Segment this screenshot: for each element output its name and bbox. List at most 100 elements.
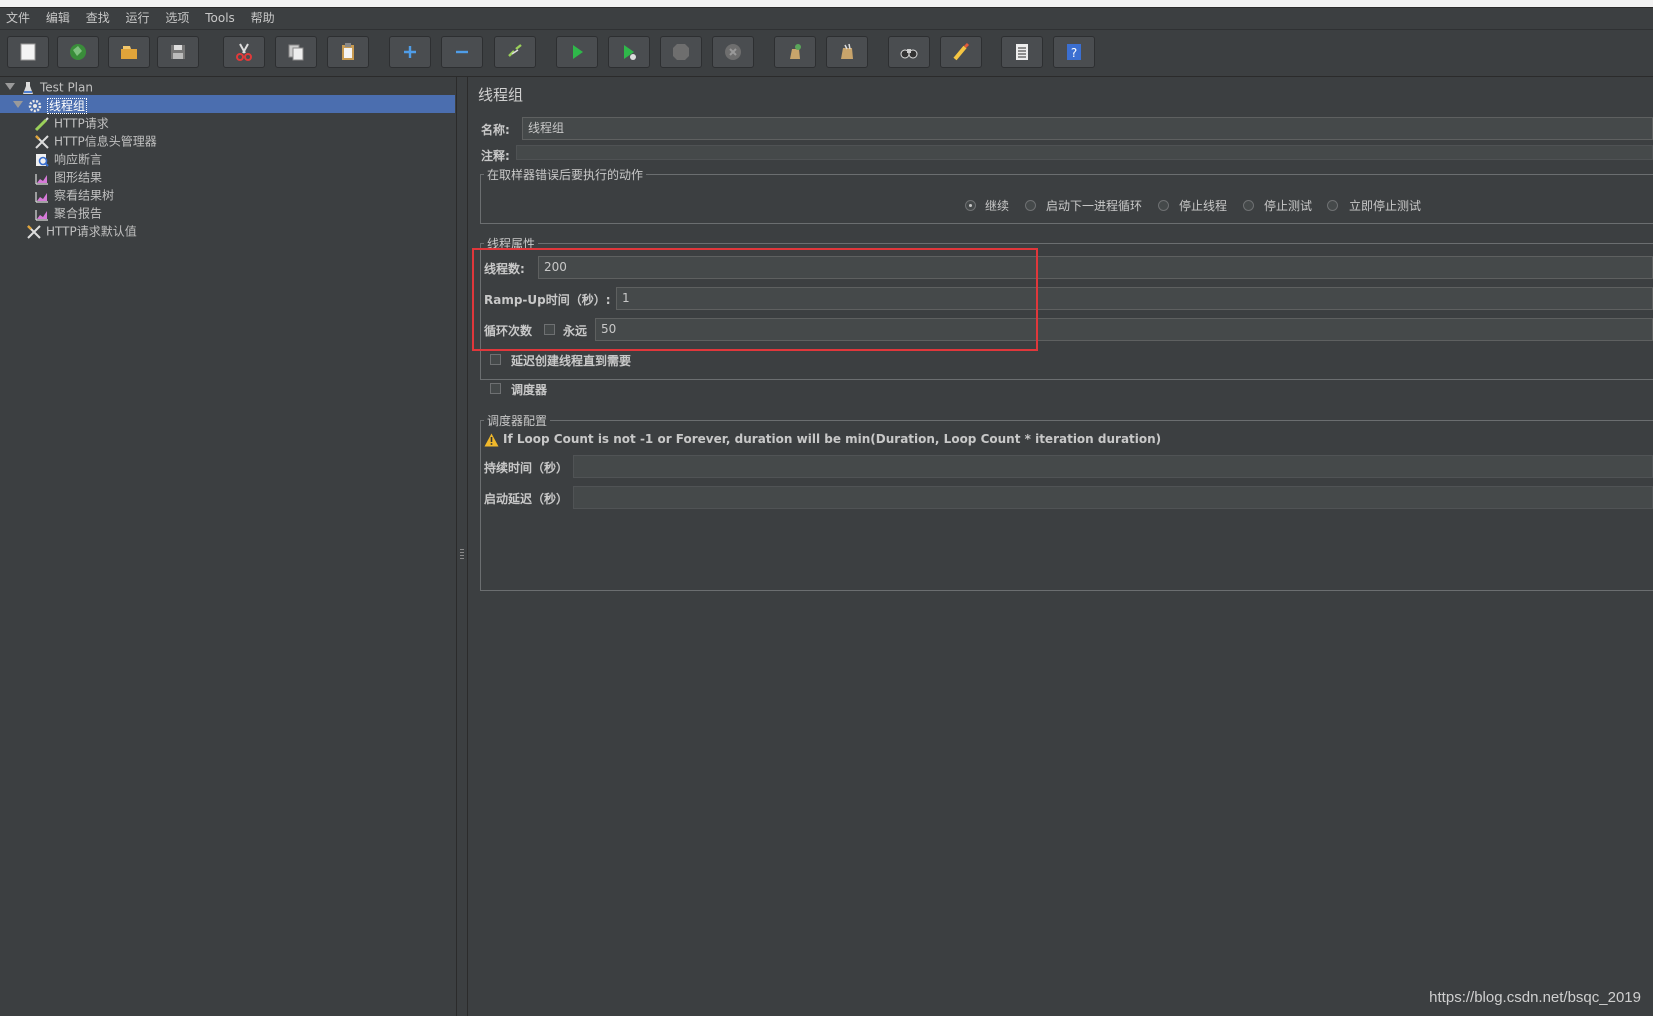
- tree-item-graph-results[interactable]: 图形结果: [34, 168, 102, 186]
- templates-button[interactable]: [57, 36, 99, 68]
- radio-start-next-loop-label: 启动下一进程循环: [1046, 199, 1143, 213]
- name-field[interactable]: 线程组: [522, 117, 1653, 140]
- radio-stop-thread-label: 停止线程: [1179, 199, 1228, 213]
- start-no-pause-button[interactable]: [608, 36, 650, 68]
- menu-help[interactable]: 帮助: [245, 8, 281, 29]
- save-button[interactable]: [157, 36, 199, 68]
- start-no-pause-icon: [624, 45, 636, 60]
- red-annotation-box: [472, 248, 1038, 351]
- delay-thread-creation-checkbox[interactable]: [490, 354, 501, 365]
- radio-start-next-loop[interactable]: [1025, 200, 1036, 211]
- duration-field[interactable]: [573, 455, 1653, 478]
- comment-label: 注释:: [481, 149, 510, 163]
- splitter-grip: [460, 558, 464, 559]
- scheduler-warning: If Loop Count is not -1 or Forever, dura…: [503, 432, 1162, 446]
- tree-item-response-assertion[interactable]: 响应断言: [34, 150, 102, 168]
- radio-continue-label: 继续: [985, 199, 1010, 213]
- collapse-all-button[interactable]: [441, 36, 483, 68]
- paste-icon: [342, 43, 354, 60]
- menu-options[interactable]: 选项: [159, 8, 195, 29]
- splitter-grip: [460, 552, 464, 553]
- header-manager-icon: [27, 224, 41, 239]
- search-button[interactable]: [888, 36, 930, 68]
- new-icon: [20, 43, 36, 61]
- toggle-button[interactable]: [494, 36, 536, 68]
- menu-run[interactable]: 运行: [120, 8, 156, 29]
- tree-item-label: 线程组: [47, 97, 88, 114]
- panel-splitter[interactable]: [457, 77, 468, 1016]
- thread-group-icon: [28, 99, 42, 112]
- tree-item-test-plan[interactable]: Test Plan: [20, 78, 93, 96]
- tree-item-thread-group[interactable]: 线程组: [27, 96, 88, 114]
- menu-file[interactable]: 文件: [0, 8, 36, 29]
- tree-item-label: HTTP请求: [54, 116, 109, 131]
- function-helper-icon: [1016, 44, 1028, 60]
- svg-text:?: ?: [1071, 46, 1077, 60]
- header-manager-icon: [35, 134, 49, 149]
- stop-icon: [673, 44, 689, 60]
- radio-stop-test-now[interactable]: [1327, 200, 1338, 211]
- clear-button[interactable]: [774, 36, 816, 68]
- tree-item-label: 响应断言: [54, 152, 103, 167]
- clear-all-button[interactable]: [826, 36, 868, 68]
- tree-item-view-results-tree[interactable]: 察看结果树: [34, 186, 114, 204]
- menu-search[interactable]: 查找: [80, 8, 116, 29]
- start-button[interactable]: [556, 36, 598, 68]
- radio-continue[interactable]: [965, 200, 976, 211]
- window-top-strip: [0, 0, 1653, 8]
- shutdown-button[interactable]: [712, 36, 754, 68]
- page-title: 线程组: [478, 86, 524, 104]
- open-button[interactable]: [108, 36, 150, 68]
- expand-icon: [404, 46, 416, 58]
- tree-item-label: 聚合报告: [54, 206, 103, 221]
- tree-item-aggregate-report[interactable]: 聚合报告: [34, 204, 102, 222]
- copy-button[interactable]: [275, 36, 317, 68]
- graph-icon: [35, 191, 48, 203]
- tree-item-label: Test Plan: [40, 80, 93, 95]
- stop-button[interactable]: [660, 36, 702, 68]
- menu-edit[interactable]: 编辑: [40, 8, 76, 29]
- tree-item-http-request[interactable]: HTTP请求: [34, 114, 109, 132]
- open-icon: [121, 46, 137, 59]
- help-button[interactable]: ?: [1053, 36, 1095, 68]
- tree-item-label: 察看结果树: [54, 188, 115, 203]
- test-plan-tree: Test Plan 线程组 HTTP请求 HTTP信息头管理器 响应断言 图形结…: [0, 77, 457, 1016]
- duration-label: 持续时间（秒）: [484, 461, 569, 475]
- help-icon: ?: [1067, 44, 1081, 60]
- warning-icon: [484, 433, 499, 447]
- cut-button[interactable]: [223, 36, 265, 68]
- radio-stop-thread[interactable]: [1158, 200, 1169, 211]
- test-plan-icon: [23, 81, 33, 94]
- save-icon: [171, 45, 185, 59]
- startup-delay-field[interactable]: [573, 486, 1653, 509]
- clear-all-icon: [841, 43, 853, 59]
- reset-search-button[interactable]: [940, 36, 982, 68]
- toggle-icon: [508, 44, 522, 57]
- assertion-icon: [36, 153, 49, 167]
- radio-stop-test-label: 停止测试: [1264, 199, 1313, 213]
- tree-item-label: HTTP信息头管理器: [54, 134, 157, 149]
- paste-button[interactable]: [327, 36, 369, 68]
- tree-expand-arrow-icon[interactable]: [5, 83, 15, 90]
- tree-expand-arrow-icon[interactable]: [13, 101, 23, 108]
- expand-all-button[interactable]: [389, 36, 431, 68]
- menu-bar: 文件 编辑 查找 运行 选项 Tools 帮助: [0, 8, 1653, 30]
- watermark: https://blog.csdn.net/bsqc_2019: [1429, 989, 1641, 1006]
- comment-field[interactable]: [516, 145, 1653, 160]
- error-action-title: 在取样器错误后要执行的动作: [484, 166, 647, 183]
- tree-item-label: 图形结果: [54, 170, 103, 185]
- new-button[interactable]: [7, 36, 49, 68]
- copy-icon: [288, 44, 304, 61]
- function-helper-button[interactable]: [1001, 36, 1043, 68]
- tree-item-header-manager[interactable]: HTTP信息头管理器: [34, 132, 157, 150]
- search-icon: [900, 49, 918, 59]
- toolbar: ?: [0, 30, 1653, 77]
- startup-delay-label: 启动延迟（秒）: [484, 492, 569, 506]
- scheduler-label: 调度器: [511, 383, 548, 397]
- scheduler-config-title: 调度器配置: [484, 412, 551, 429]
- radio-stop-test[interactable]: [1243, 200, 1254, 211]
- delay-thread-creation-label: 延迟创建线程直到需要: [511, 354, 632, 368]
- tree-item-http-defaults[interactable]: HTTP请求默认值: [26, 222, 137, 240]
- scheduler-checkbox[interactable]: [490, 383, 501, 394]
- menu-tools[interactable]: Tools: [199, 8, 241, 29]
